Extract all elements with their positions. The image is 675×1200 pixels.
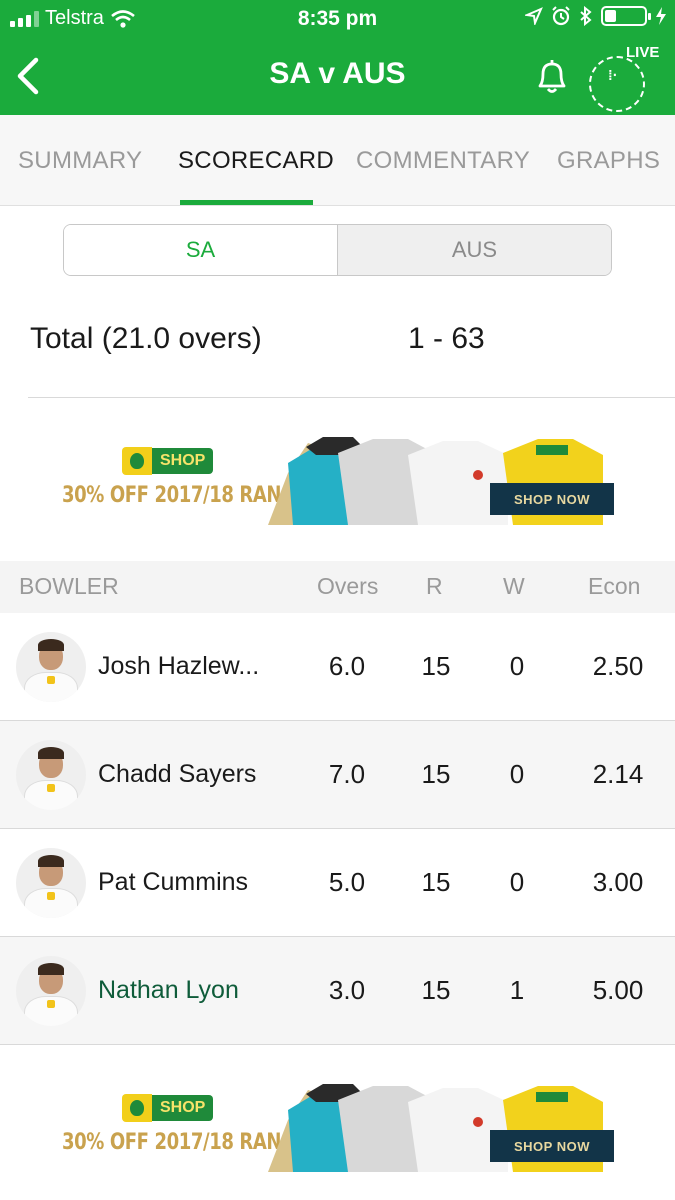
divider	[28, 397, 675, 398]
tab-summary[interactable]: SUMMARY	[18, 147, 142, 175]
bowler-name: Nathan Lyon	[98, 976, 239, 1004]
bowler-name: Pat Cummins	[98, 868, 249, 896]
shop-ad-banner[interactable]: SHOP 30% OFF 2017/18 RANGES SHOP NOW	[58, 1080, 618, 1172]
live-dots-icon: ⁞‧	[608, 67, 618, 83]
section-tabs: SUMMARY SCORECARD COMMENTARY GRAPHS	[0, 115, 675, 206]
col-econ: Econ	[588, 573, 641, 599]
shop-badge-label: SHOP	[152, 1095, 214, 1121]
bowler-runs: 15	[421, 975, 451, 1005]
col-bowler: BOWLER	[19, 573, 119, 599]
col-overs: Overs	[317, 573, 379, 599]
col-runs: R	[426, 573, 443, 599]
charging-icon	[656, 7, 666, 25]
bowler-row[interactable]: Josh Hazlew... 6.0 15 0 2.50	[0, 613, 675, 721]
bowler-wickets: 0	[509, 651, 525, 681]
bowler-runs: 15	[421, 759, 451, 789]
tab-commentary[interactable]: COMMENTARY	[356, 147, 530, 175]
avatar	[16, 956, 86, 1026]
team-option-sa[interactable]: SA	[64, 225, 337, 275]
location-icon	[525, 7, 543, 25]
bowler-overs: 3.0	[328, 975, 366, 1005]
bowler-wickets: 1	[509, 975, 525, 1005]
team-toggle: SA AUS	[63, 224, 612, 276]
battery-icon	[601, 6, 651, 26]
app-header: Telstra 8:35 pm SA v AUS LIVE ⁞‧	[0, 0, 675, 115]
total-score: 1 - 63	[408, 322, 485, 355]
bowler-row[interactable]: Chadd Sayers 7.0 15 0 2.14	[0, 721, 675, 829]
active-tab-indicator	[180, 200, 313, 205]
shop-badge-label: SHOP	[152, 448, 214, 474]
live-ring-icon	[589, 56, 645, 112]
bowler-wickets: 0	[509, 759, 525, 789]
bowler-econ: 5.00	[592, 975, 644, 1005]
bowler-runs: 15	[421, 651, 451, 681]
bowler-name: Josh Hazlew...	[98, 652, 260, 680]
tab-graphs[interactable]: GRAPHS	[557, 147, 660, 175]
avatar	[16, 848, 86, 918]
bowler-overs: 6.0	[328, 651, 366, 681]
bowler-runs: 15	[421, 867, 451, 897]
alarm-icon	[552, 6, 570, 26]
bowler-econ: 3.00	[592, 867, 644, 897]
shop-badge: SHOP	[122, 1094, 214, 1122]
bowler-econ: 2.14	[592, 759, 644, 789]
bowler-wickets: 0	[509, 867, 525, 897]
cricket-australia-logo-icon	[122, 1094, 152, 1122]
bowler-econ: 2.50	[592, 651, 644, 681]
bell-icon[interactable]	[532, 56, 572, 96]
match-title: SA v AUS	[269, 57, 406, 90]
bluetooth-icon	[580, 6, 592, 26]
live-stream-button[interactable]: LIVE ⁞‧	[586, 44, 659, 112]
team-option-aus[interactable]: AUS	[337, 225, 611, 275]
avatar	[16, 632, 86, 702]
col-wickets: W	[503, 573, 525, 599]
shop-now-button[interactable]: SHOP NOW	[490, 1130, 614, 1162]
innings-total: Total (21.0 overs) 1 - 63	[0, 312, 675, 372]
cricket-australia-logo-icon	[122, 447, 152, 475]
avatar	[16, 740, 86, 810]
bowling-table-header: BOWLER Overs R W Econ	[0, 561, 675, 613]
status-bar: Telstra 8:35 pm	[0, 0, 675, 38]
bowler-overs: 7.0	[328, 759, 366, 789]
shop-now-button[interactable]: SHOP NOW	[490, 483, 614, 515]
bowler-row[interactable]: Pat Cummins 5.0 15 0 3.00	[0, 829, 675, 937]
shop-ad-banner[interactable]: SHOP 30% OFF 2017/18 RANGES SHOP NOW	[58, 433, 618, 525]
shop-badge: SHOP	[122, 447, 214, 475]
bowler-overs: 5.0	[328, 867, 366, 897]
total-label: Total (21.0 overs)	[30, 322, 262, 355]
bowler-name: Chadd Sayers	[98, 760, 257, 788]
live-label: LIVE	[626, 44, 660, 61]
tab-scorecard[interactable]: SCORECARD	[178, 147, 334, 175]
bowler-row[interactable]: Nathan Lyon 3.0 15 1 5.00	[0, 937, 675, 1045]
